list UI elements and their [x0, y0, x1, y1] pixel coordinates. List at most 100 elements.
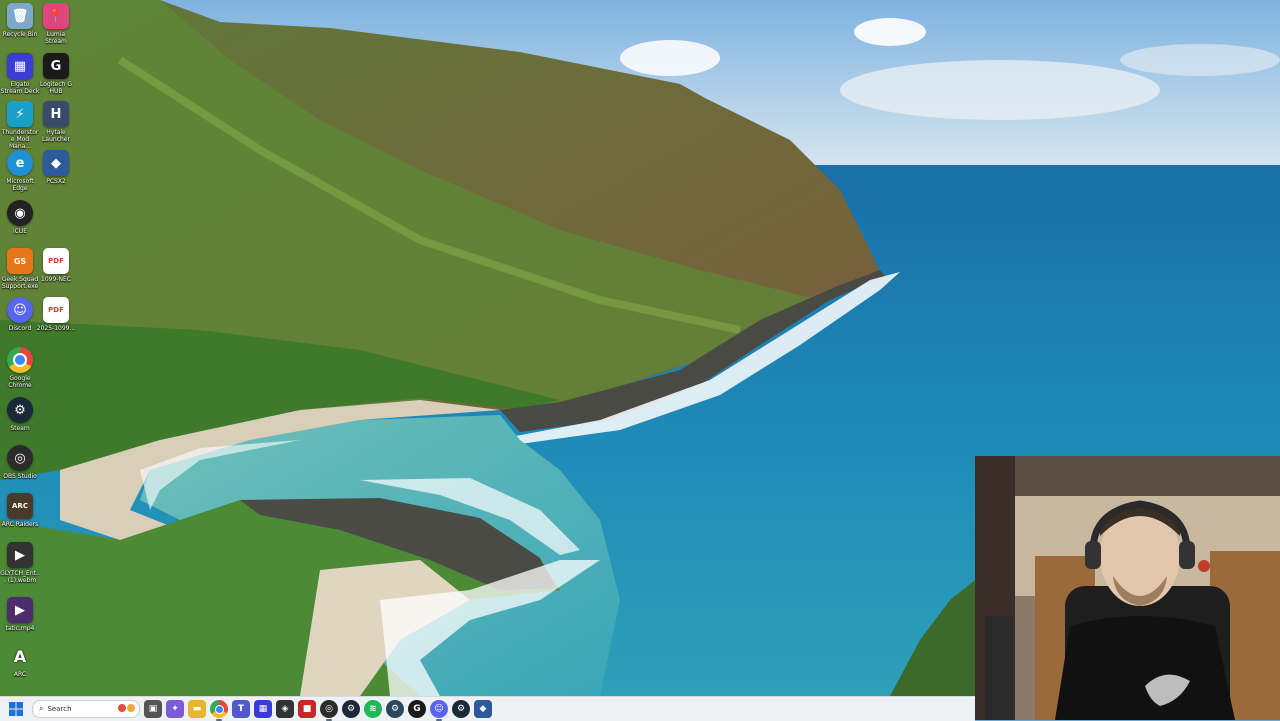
desktop-icon-geek-squad[interactable]: GS Geek Squad Support.exe	[0, 248, 40, 290]
desktop-icon-label: OBS Studio	[3, 473, 37, 480]
desktop-icon-label: GLYTCH_Ent... (1).webm	[0, 570, 40, 584]
desktop-icon-label: Hytale Launcher	[42, 129, 70, 143]
desktop-icon-thunderstore[interactable]: ⚡ Thunderstore Mod Mana...	[0, 101, 40, 150]
taskbar-steam-2[interactable]: ⚙	[386, 700, 404, 718]
pcsx2-icon: ◆	[479, 704, 487, 714]
start-button[interactable]	[6, 699, 26, 719]
desktop-icon-label: Geek Squad Support.exe	[1, 276, 39, 290]
desktop-icon-label: Google Chrome	[8, 375, 32, 389]
taskbar-search-box[interactable]: ⌕ Search	[32, 700, 140, 718]
desktop-icon-label: ARC Raiders	[1, 521, 39, 528]
logitech-ghub-icon: G	[43, 53, 69, 79]
taskbar-spotify[interactable]: ≋	[364, 700, 382, 718]
desktop-icon-label: Microsoft Edge	[6, 178, 34, 192]
desktop-icon-pcsx2[interactable]: ◆ PCSX2	[36, 150, 76, 185]
icue-icon: ◉	[7, 200, 33, 226]
desktop-icon-recycle-bin[interactable]: 🗑 Recycle Bin	[0, 3, 40, 38]
desktop-icon-hytale[interactable]: H Hytale Launcher	[36, 101, 76, 143]
copilot-icon: ✦	[171, 704, 179, 714]
pcsx2-icon: ◆	[43, 150, 69, 176]
desktop-icon-label: iCUE	[12, 228, 28, 235]
desktop-icon-discord[interactable]: ☺ Discord	[0, 297, 40, 332]
desktop-icon-obs[interactable]: ◎ OBS Studio	[0, 445, 40, 480]
windows-logo-icon	[9, 702, 23, 716]
logitech-ghub-icon: G	[413, 704, 421, 714]
webcam-feed	[975, 456, 1280, 720]
desktop-icon-label: Discord	[8, 325, 32, 332]
desktop-icon-2025-1099[interactable]: PDF 2025-1099...	[36, 297, 76, 332]
desktop-icon-icue[interactable]: ◉ iCUE	[0, 200, 40, 235]
desktop-icon-label: Thunderstore Mod Mana...	[1, 129, 39, 150]
desktop-icon-label: Recycle Bin	[2, 31, 38, 38]
desktop-icon-label: 2025-1099...	[36, 325, 76, 332]
taskbar-pcsx2[interactable]: ◆	[474, 700, 492, 718]
stream-deck-icon: ▦	[258, 704, 268, 714]
video-file-icon: ▶	[7, 542, 33, 568]
desktop-icon-edge[interactable]: e Microsoft Edge	[0, 150, 40, 192]
edge-icon: e	[7, 150, 33, 176]
desktop-icon-logitech-ghub[interactable]: G Logitech G HUB	[36, 53, 76, 95]
taskbar-steam[interactable]: ⚙	[342, 700, 360, 718]
hytale-icon: H	[43, 101, 69, 127]
chrome-icon	[7, 347, 33, 373]
geek-squad-icon: GS	[7, 248, 33, 274]
taskbar-stream-deck[interactable]: ▦	[254, 700, 272, 718]
taskbar-steam-3[interactable]: ⚙	[452, 700, 470, 718]
arc-raiders-icon: ARC	[7, 493, 33, 519]
steam-icon: ⚙	[7, 397, 33, 423]
desktop-icon-steam[interactable]: ⚙ Steam	[0, 397, 40, 432]
desktop-icon-label: PCSX2	[46, 178, 66, 185]
taskbar-file-explorer[interactable]: ▬	[188, 700, 206, 718]
taskbar-obs[interactable]: ◎	[320, 700, 338, 721]
desktop-icon-arc-raiders[interactable]: ARC ARC Raiders	[0, 493, 40, 528]
desktop-icon-glytch-webm[interactable]: ▶ GLYTCH_Ent... (1).webm	[0, 542, 40, 584]
desktop-icon-1099-nec[interactable]: PDF 1099-NEC	[36, 248, 76, 283]
teams-icon: T	[237, 704, 245, 714]
taskbar-app-red[interactable]: ◈	[276, 700, 294, 718]
taskbar-teams[interactable]: T	[232, 700, 250, 718]
desktop-icon-label: tatic.mp4	[5, 625, 35, 632]
recycle-bin-icon: 🗑	[7, 3, 33, 29]
spotify-icon: ≋	[369, 704, 377, 714]
steam-icon: ⚙	[390, 704, 400, 714]
desktop-icon-arc[interactable]: A ARC	[0, 643, 40, 679]
arc-icon: A	[13, 646, 27, 666]
search-icon: ⌕	[39, 704, 44, 713]
taskbar-chrome[interactable]	[210, 700, 228, 721]
video-file-icon: ▶	[7, 597, 33, 623]
obs-icon: ◎	[325, 704, 333, 714]
desktop-icon-label: Logitech G HUB	[39, 81, 73, 95]
desktop-icon-lumia-stream[interactable]: 📍 Lumia Stream	[36, 3, 76, 45]
taskbar-ghub[interactable]: G	[408, 700, 426, 718]
desktop-icon-label: Lumia Stream	[45, 31, 67, 45]
desktop-icon-chrome[interactable]: Google Chrome	[0, 347, 40, 389]
app-icon: ■	[302, 704, 312, 714]
desktop-icon-label: 1099-NEC	[41, 276, 71, 283]
desktop-icon-tatic-mp4[interactable]: ▶ tatic.mp4	[0, 597, 40, 632]
taskbar-app-box[interactable]: ■	[298, 700, 316, 718]
steam-icon: ⚙	[346, 704, 356, 714]
steam-icon: ⚙	[456, 704, 466, 714]
pdf-icon: PDF	[43, 248, 69, 274]
search-highlight-icon	[118, 704, 135, 712]
obs-icon: ◎	[7, 445, 33, 471]
discord-icon: ☺	[7, 297, 33, 323]
desktop-icon-stream-deck[interactable]: ▦ Elgato Stream Deck	[0, 53, 40, 95]
task-view-icon: ▣	[148, 704, 158, 714]
taskbar-discord[interactable]: ☺	[430, 700, 448, 721]
discord-icon: ☺	[434, 704, 444, 714]
thunderstore-icon: ⚡	[7, 101, 33, 127]
desktop-icon-label: ARC	[13, 671, 27, 678]
stream-deck-icon: ▦	[7, 53, 33, 79]
taskbar-copilot[interactable]: ✦	[166, 700, 184, 718]
taskbar-task-view[interactable]: ▣	[144, 700, 162, 718]
folder-icon: ▬	[192, 704, 202, 714]
desktop-icon-label: Elgato Stream Deck	[0, 81, 40, 95]
search-placeholder: Search	[47, 705, 72, 713]
taskbar: ⌕ Search ▣ ✦ ▬ T ▦ ◈ ■ ◎ ⚙ ≋ ⚙ G ☺ ⚙ ◆	[0, 696, 975, 721]
chrome-icon	[214, 704, 224, 714]
desktop-icon-label: Steam	[10, 425, 30, 432]
lumia-stream-icon: 📍	[43, 3, 69, 29]
pdf-icon: PDF	[43, 297, 69, 323]
app-icon: ◈	[281, 704, 289, 714]
